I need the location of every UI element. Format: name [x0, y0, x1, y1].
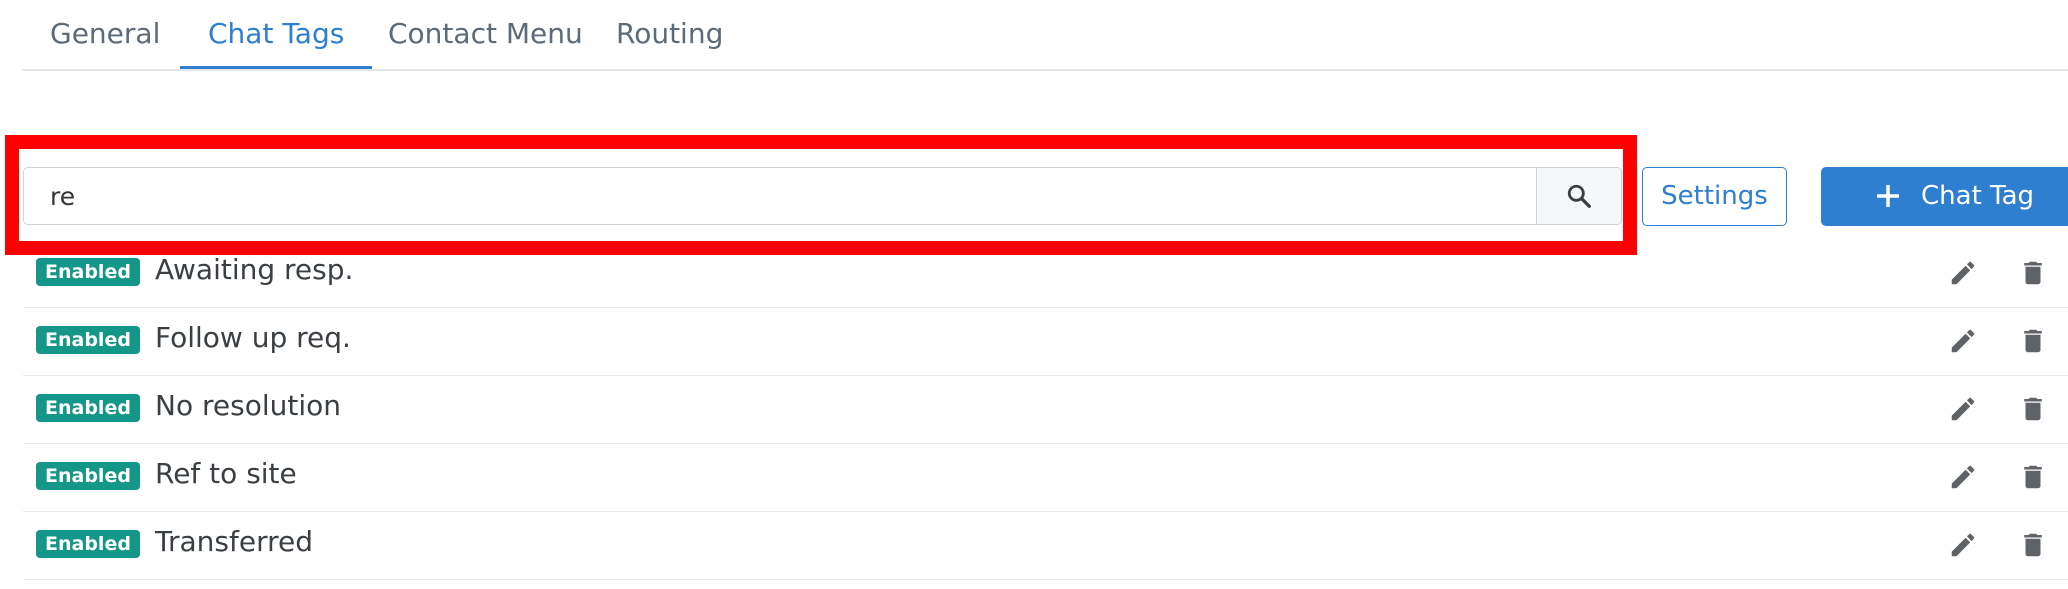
status-badge: Enabled	[36, 258, 140, 286]
trash-icon[interactable]	[2018, 326, 2048, 356]
tag-name: Ref to site	[155, 457, 297, 490]
pencil-icon[interactable]	[1948, 258, 1978, 288]
tag-name: Transferred	[155, 525, 313, 558]
status-badge: Enabled	[36, 394, 140, 422]
pencil-icon[interactable]	[1948, 326, 1978, 356]
tab-routing[interactable]: Routing	[588, 10, 751, 69]
tag-row: Enabled Awaiting resp.	[23, 240, 2068, 308]
pencil-icon[interactable]	[1948, 462, 1978, 492]
add-chat-tag-label: Chat Tag	[1921, 181, 2035, 211]
pencil-icon[interactable]	[1948, 394, 1978, 424]
search-box	[23, 167, 1622, 225]
tag-row: Enabled Transferred	[23, 512, 2068, 580]
tag-name: Follow up req.	[155, 321, 351, 354]
trash-icon[interactable]	[2018, 462, 2048, 492]
tab-bar: General Chat Tags Contact Menu Routing	[22, 0, 2068, 71]
trash-icon[interactable]	[2018, 258, 2048, 288]
tab-chat-tags[interactable]: Chat Tags	[180, 10, 373, 69]
tab-contact-menu[interactable]: Contact Menu	[360, 10, 611, 69]
search-button[interactable]	[1536, 168, 1621, 224]
search-input[interactable]	[24, 168, 1536, 224]
settings-button[interactable]: Settings	[1642, 167, 1787, 226]
pencil-icon[interactable]	[1948, 530, 1978, 560]
tag-name: No resolution	[155, 389, 341, 422]
status-badge: Enabled	[36, 462, 140, 490]
trash-icon[interactable]	[2018, 530, 2048, 560]
trash-icon[interactable]	[2018, 394, 2048, 424]
tag-row: Enabled Follow up req.	[23, 308, 2068, 376]
status-badge: Enabled	[36, 326, 140, 354]
tag-row: Enabled No resolution	[23, 376, 2068, 444]
tag-row: Enabled Ref to site	[23, 444, 2068, 512]
search-icon	[1567, 184, 1591, 208]
status-badge: Enabled	[36, 530, 140, 558]
add-chat-tag-button[interactable]: Chat Tag	[1821, 167, 2068, 226]
tag-name: Awaiting resp.	[155, 253, 354, 286]
chat-tags-page: General Chat Tags Contact Menu Routing S…	[0, 0, 2068, 589]
tab-general[interactable]: General	[22, 10, 188, 69]
plus-icon	[1877, 185, 1899, 207]
